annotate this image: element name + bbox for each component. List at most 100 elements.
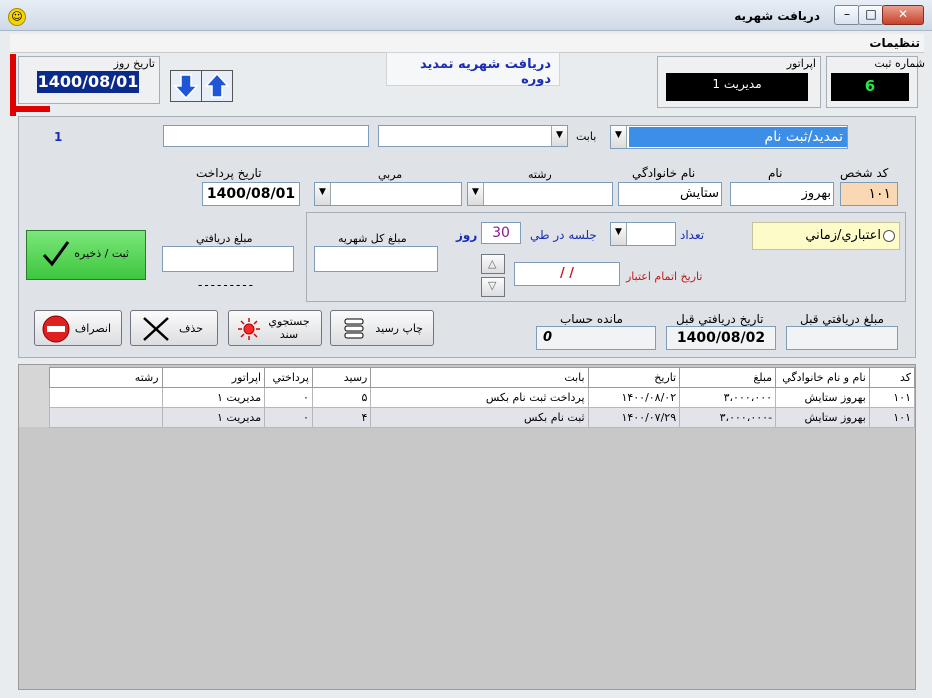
save-button[interactable]: ثبت / ذخيره xyxy=(26,230,146,280)
column-header[interactable]: پرداختي xyxy=(264,367,313,388)
radio-icon xyxy=(883,230,895,242)
table-cell: مديريت ۱ xyxy=(161,387,266,408)
delete-label: حذف xyxy=(179,322,203,335)
credit-radio-label: اعتباري/زماني xyxy=(805,228,881,243)
arrow-up-icon xyxy=(204,72,230,98)
session-label: جلسه در طي xyxy=(530,228,597,242)
day-date-value[interactable]: 1400/08/01 xyxy=(37,71,139,93)
balance-label: مانده حساب xyxy=(560,312,623,326)
table-cell: مديريت ۱ xyxy=(161,407,266,428)
maximize-icon: □ xyxy=(865,7,877,21)
table-cell: ۴ xyxy=(311,407,372,428)
total-fee-input[interactable] xyxy=(314,246,438,272)
column-header[interactable]: بابت xyxy=(370,367,589,388)
triangle-down-icon: ▽ xyxy=(488,279,497,292)
received-input[interactable] xyxy=(162,246,294,272)
arrow-up-button[interactable] xyxy=(201,70,233,102)
close-button[interactable]: ✕ xyxy=(882,5,924,25)
receipt-stack-icon xyxy=(344,318,364,339)
main-window: ☺ دريافت شهريه – □ ✕ تنظيمات تاريخ روز 1… xyxy=(0,0,932,698)
reg-no-value: 6 xyxy=(831,73,909,101)
table-cell: پرداخت ثبت نام بكس xyxy=(370,387,589,408)
prev-date-value: 1400/08/02 xyxy=(666,326,776,350)
save-label: ثبت / ذخيره xyxy=(74,247,129,260)
credit-radio-box[interactable]: اعتباري/زماني xyxy=(752,222,900,250)
table-cell: ۰ xyxy=(264,387,313,408)
table-cell: -۳،۰۰۰،۰۰۰ xyxy=(679,407,777,428)
table-header-row: كد نام و نام خانوادگي مبلغ تاريخ بابت رس… xyxy=(49,367,916,388)
table-cell xyxy=(49,407,163,428)
arrow-down-button[interactable] xyxy=(170,70,202,102)
table-cell: ۵ xyxy=(311,387,372,408)
last-name-input[interactable]: ستايش xyxy=(618,182,722,206)
print-receipt-button[interactable]: چاپ رسيد xyxy=(330,310,434,346)
prev-date-label: تاريخ دريافتي قبل xyxy=(676,312,764,326)
pay-date-input[interactable]: 1400/08/01 xyxy=(202,182,300,206)
decrement-button[interactable]: ▽ xyxy=(481,277,505,297)
table-row[interactable]: ۱۰۱ بهروز ستايش ۳،۰۰۰،۰۰۰ ۱۴۰۰/۰۸/۰۲ پرد… xyxy=(49,387,916,408)
received-label: مبلغ دريافتي xyxy=(196,232,253,245)
days-input[interactable]: 30 xyxy=(481,222,521,244)
delete-button[interactable]: حذف xyxy=(130,310,218,346)
chevron-down-icon: ▼ xyxy=(551,126,567,146)
column-header[interactable]: مبلغ xyxy=(679,367,777,388)
cancel-label: انصراف xyxy=(74,322,111,335)
person-code-input[interactable]: ۱۰۱ xyxy=(840,182,898,206)
coach-select[interactable]: ▼ xyxy=(314,182,462,206)
table-row[interactable]: ۱۰۱ بهروز ستايش -۳،۰۰۰،۰۰۰ ۱۴۰۰/۰۷/۲۹ ثب… xyxy=(49,407,916,428)
cancel-button[interactable]: انصراف xyxy=(34,310,122,346)
search-document-button[interactable]: جستجوي سند xyxy=(228,310,322,346)
coach-label: مربي xyxy=(378,168,403,181)
table-cell xyxy=(49,387,163,408)
table-cell: ۱۰۱ xyxy=(868,387,916,408)
increment-button[interactable]: △ xyxy=(481,254,505,274)
table-cell: ۱۴۰۰/۰۷/۲۹ xyxy=(587,407,681,428)
form-title: دريافت شهريه تمديد دوره xyxy=(420,57,551,87)
person-code-label: كد شخص xyxy=(840,166,889,180)
reg-no-box: شماره ثبت 6 xyxy=(826,56,925,108)
chevron-down-icon: ▼ xyxy=(611,223,627,245)
babat-label: بابت xyxy=(576,130,597,143)
minimize-button[interactable]: – xyxy=(834,5,860,25)
triangle-up-icon: △ xyxy=(488,257,497,270)
day-date-box: تاريخ روز 1400/08/01 xyxy=(18,56,160,104)
prev-received-input xyxy=(786,326,898,350)
column-header[interactable]: نام و نام خانوادگي xyxy=(775,367,870,388)
column-header[interactable]: تاريخ xyxy=(587,367,681,388)
type-select[interactable]: ▼ تمديد/ثبت نام xyxy=(610,125,848,149)
chevron-down-icon: ▼ xyxy=(315,183,331,205)
received-dashes: --------- xyxy=(198,278,255,292)
payments-grid: كد نام و نام خانوادگي مبلغ تاريخ بابت رس… xyxy=(18,364,916,690)
field-label: رشته xyxy=(528,168,552,181)
expiry-label: تاريخ اتمام اعتبار xyxy=(626,270,703,283)
table-cell: ۳،۰۰۰،۰۰۰ xyxy=(679,387,777,408)
column-header[interactable]: اپراتور xyxy=(161,367,266,388)
first-name-input[interactable]: بهروز xyxy=(730,182,834,206)
menu-item-settings[interactable]: تنظيمات xyxy=(869,36,920,50)
row-counter: 1 xyxy=(54,130,63,144)
maximize-button[interactable]: □ xyxy=(858,5,884,25)
column-header[interactable]: كد xyxy=(868,367,916,388)
reg-no-label: شماره ثبت xyxy=(874,57,925,70)
minimize-icon: – xyxy=(844,7,850,21)
operator-value: مديريت 1 xyxy=(666,73,808,101)
red-marker-foot xyxy=(10,106,50,112)
total-fee-label: مبلغ كل شهريه xyxy=(338,232,407,245)
column-header[interactable]: رشته xyxy=(49,367,163,388)
table-cell: ثبت نام بكس xyxy=(370,407,589,428)
count-select[interactable]: ▼ xyxy=(610,222,676,246)
expiry-input[interactable]: / / xyxy=(514,262,620,286)
note-input[interactable] xyxy=(163,125,369,147)
balance-value: 0 xyxy=(536,326,656,350)
field-select[interactable]: ▼ xyxy=(467,182,613,206)
grid-row-header-strip xyxy=(19,365,49,427)
prev-received-label: مبلغ دريافتي قبل xyxy=(800,312,884,326)
column-header[interactable]: رسيد xyxy=(311,367,372,388)
operator-label: اپراتور xyxy=(786,57,816,70)
window-title: دريافت شهريه xyxy=(734,9,820,23)
no-entry-icon xyxy=(42,315,70,343)
app-smiley-icon: ☺ xyxy=(8,8,26,26)
table-cell: ۰ xyxy=(264,407,313,428)
table-cell: ۱۰۱ xyxy=(868,407,916,428)
babat-select[interactable]: ▼ xyxy=(378,125,568,147)
